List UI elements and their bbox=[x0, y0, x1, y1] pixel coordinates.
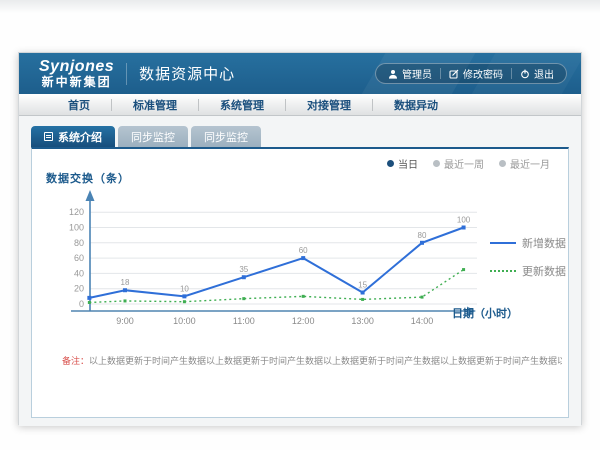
svg-text:100: 100 bbox=[69, 223, 84, 233]
app-window: Synjones 新中新集团 数据资源中心 管理员 修改密码 bbox=[18, 52, 582, 425]
tab-bar: 系统介绍 同步监控 同步监控 bbox=[31, 126, 264, 147]
tab-system-intro[interactable]: 系统介绍 bbox=[31, 126, 115, 147]
range-option-label: 最近一周 bbox=[444, 156, 484, 171]
power-icon bbox=[520, 69, 530, 79]
svg-text:80: 80 bbox=[74, 238, 84, 248]
header-divider bbox=[126, 63, 127, 85]
tab-label: 同步监控 bbox=[204, 129, 248, 145]
admin-user-label: 管理员 bbox=[402, 66, 432, 81]
brand-logo-subtitle: 新中新集团 bbox=[39, 76, 114, 89]
legend-item-update-data: 更新数据 bbox=[490, 263, 566, 279]
legend-line-solid-icon bbox=[490, 242, 516, 244]
svg-text:10: 10 bbox=[180, 284, 189, 293]
user-menu: 管理员 修改密码 退出 bbox=[375, 63, 567, 84]
radio-dot-icon bbox=[433, 160, 440, 167]
svg-text:11:00: 11:00 bbox=[233, 316, 255, 326]
admin-user-button[interactable]: 管理员 bbox=[380, 66, 440, 81]
app-header: Synjones 新中新集团 数据资源中心 管理员 修改密码 bbox=[19, 53, 581, 94]
nav-item-data-change[interactable]: 数据异动 bbox=[373, 97, 459, 113]
brand-logo-text: Synjones bbox=[39, 59, 114, 76]
svg-text:35: 35 bbox=[239, 265, 248, 274]
tab-sync-monitor-1[interactable]: 同步监控 bbox=[118, 126, 188, 147]
svg-text:12:00: 12:00 bbox=[292, 316, 315, 326]
svg-text:9:00: 9:00 bbox=[116, 316, 134, 326]
svg-text:100: 100 bbox=[457, 216, 471, 225]
radio-dot-icon bbox=[499, 160, 506, 167]
svg-text:10:00: 10:00 bbox=[173, 316, 196, 326]
brand-logo: Synjones 新中新集团 bbox=[39, 59, 114, 88]
footnote-text: 以上数据更新于时间产生数据以上数据更新于时间产生数据以上数据更新于时间产生数据以… bbox=[89, 356, 562, 366]
range-option-last-week[interactable]: 最近一周 bbox=[433, 156, 484, 171]
svg-text:80: 80 bbox=[418, 231, 427, 240]
page-title: 数据资源中心 bbox=[139, 63, 235, 84]
tab-label: 同步监控 bbox=[131, 129, 175, 145]
tab-sync-monitor-2[interactable]: 同步监控 bbox=[191, 126, 261, 147]
radio-dot-icon bbox=[387, 160, 394, 167]
main-nav: 首页 标准管理 系统管理 对接管理 数据异动 bbox=[19, 94, 581, 116]
tab-label: 系统介绍 bbox=[58, 129, 102, 145]
svg-text:20: 20 bbox=[74, 284, 84, 294]
legend-label: 新增数据 bbox=[522, 235, 566, 251]
line-chart: 0 20 40 60 80 100 120 9:00 10:00 11:00 12:00 13:00 1… bbox=[57, 183, 517, 338]
legend-line-dotted-icon bbox=[490, 270, 516, 272]
chart-panel: 当日 最近一周 最近一月 数据交换（条） 0204060801001209:00… bbox=[31, 147, 569, 418]
svg-text:14:00: 14:00 bbox=[411, 316, 434, 326]
range-option-today[interactable]: 当日 bbox=[387, 156, 418, 171]
nav-item-system-mgmt[interactable]: 系统管理 bbox=[199, 97, 285, 113]
document-icon bbox=[44, 132, 53, 141]
footnote-label: 备注： bbox=[62, 356, 89, 366]
range-option-label: 当日 bbox=[398, 156, 418, 171]
logout-label: 退出 bbox=[534, 66, 554, 81]
page-top-gradient bbox=[0, 0, 600, 14]
svg-text:18: 18 bbox=[121, 278, 130, 287]
legend-item-new-data: 新增数据 bbox=[490, 235, 566, 251]
legend-label: 更新数据 bbox=[522, 263, 566, 279]
svg-text:13:00: 13:00 bbox=[351, 316, 374, 326]
chart-legend: 新增数据 更新数据 bbox=[490, 235, 566, 279]
change-password-button[interactable]: 修改密码 bbox=[441, 66, 511, 81]
x-axis-label: 日期（小时） bbox=[452, 305, 518, 321]
svg-text:60: 60 bbox=[74, 253, 84, 263]
edit-icon bbox=[449, 69, 459, 79]
range-option-label: 最近一月 bbox=[510, 156, 550, 171]
nav-item-home[interactable]: 首页 bbox=[47, 97, 111, 113]
svg-text:120: 120 bbox=[69, 207, 84, 217]
content-area: 系统介绍 同步监控 同步监控 当日 最近一周 bbox=[19, 116, 581, 426]
svg-text:15: 15 bbox=[358, 281, 367, 290]
logout-button[interactable]: 退出 bbox=[512, 66, 562, 81]
range-option-last-month[interactable]: 最近一月 bbox=[499, 156, 550, 171]
svg-text:60: 60 bbox=[299, 246, 308, 255]
time-range-options: 当日 最近一周 最近一月 bbox=[387, 156, 550, 171]
footnote: 备注：以上数据更新于时间产生数据以上数据更新于时间产生数据以上数据更新于时间产生… bbox=[62, 354, 562, 367]
nav-item-interface-mgmt[interactable]: 对接管理 bbox=[286, 97, 372, 113]
svg-text:0: 0 bbox=[79, 299, 84, 309]
user-icon bbox=[388, 69, 398, 79]
nav-item-standard-mgmt[interactable]: 标准管理 bbox=[112, 97, 198, 113]
change-password-label: 修改密码 bbox=[463, 66, 503, 81]
svg-text:40: 40 bbox=[74, 268, 84, 278]
